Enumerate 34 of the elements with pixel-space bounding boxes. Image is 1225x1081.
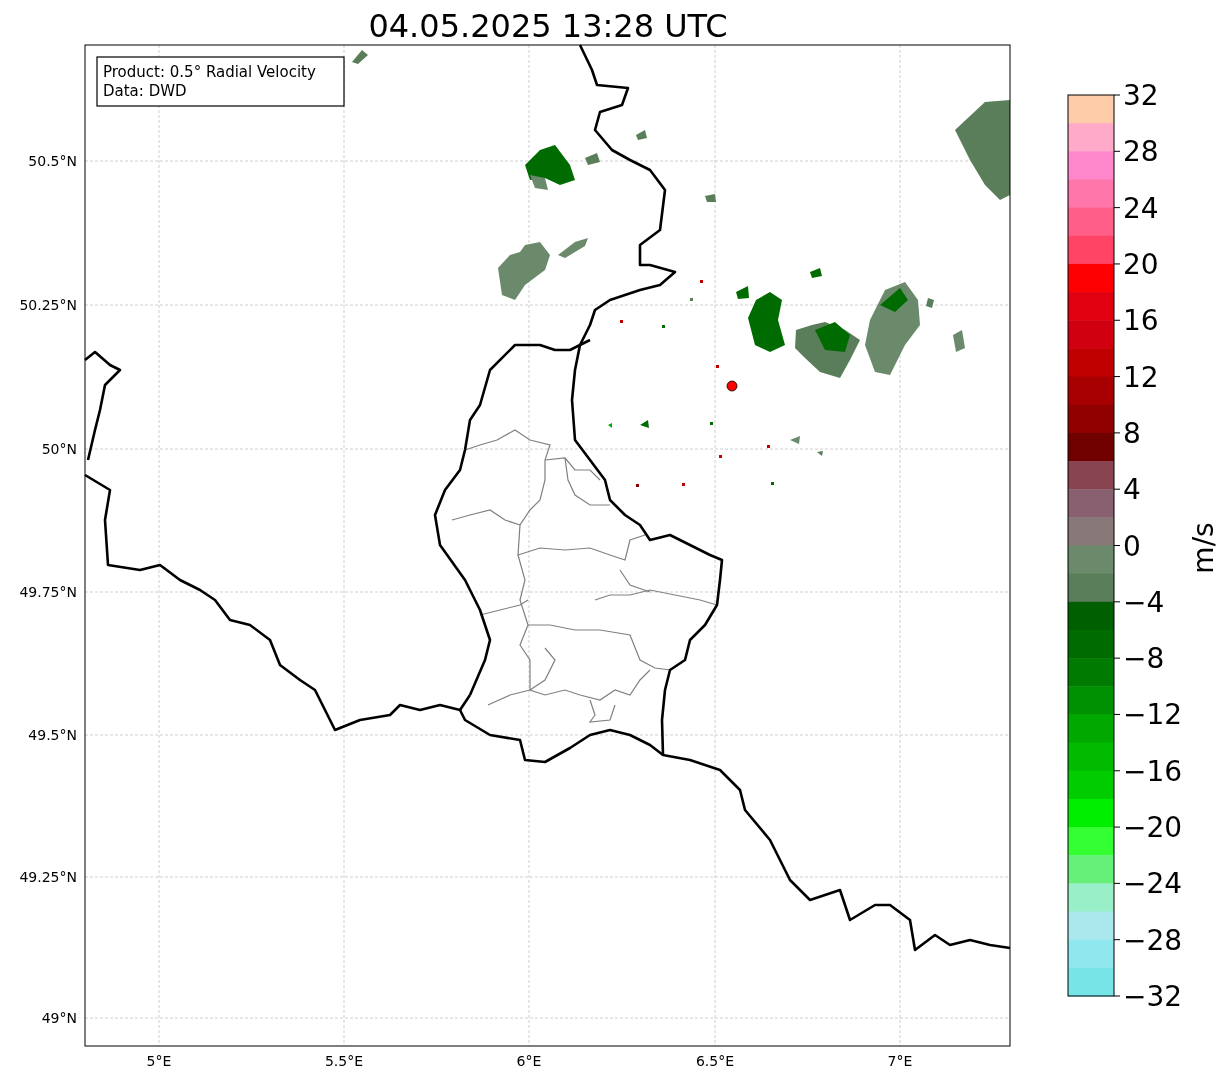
colorbar-tick-label: −20 xyxy=(1123,811,1183,845)
colorbar-tick-label: −12 xyxy=(1123,698,1183,732)
colorbar-tick-label: −24 xyxy=(1123,867,1183,901)
info-text: Data: DWD xyxy=(103,82,187,100)
colorbar-unit-label: m/s xyxy=(1187,522,1220,574)
colorbar-tick-label: −4 xyxy=(1123,585,1165,619)
colorbar-tick-label: 24 xyxy=(1123,191,1159,225)
colorbar-tick-label: 8 xyxy=(1123,416,1141,450)
latitude-label: 49.5°N xyxy=(28,727,77,743)
colorbar-tick-label: −16 xyxy=(1123,754,1183,788)
longitude-label: 7°E xyxy=(887,1053,913,1069)
latitude-label: 50.25°N xyxy=(19,297,77,313)
colorbar-tick-label: 0 xyxy=(1123,529,1141,563)
colorbar-tick-label: −28 xyxy=(1123,923,1183,957)
colorbar-tick-label: 4 xyxy=(1123,473,1141,507)
colorbar-tick-label: 28 xyxy=(1123,135,1159,169)
colorbar-tick-label: 16 xyxy=(1123,304,1159,338)
latitude-label: 50°N xyxy=(41,441,77,457)
colorbar-tick-label: −32 xyxy=(1123,980,1183,1013)
longitude-label: 6°E xyxy=(516,1053,542,1069)
colorbar-tick-label: 12 xyxy=(1123,360,1159,394)
info-text: Product: 0.5° Radial Velocity xyxy=(103,63,316,81)
latitude-label: 49.25°N xyxy=(19,869,77,885)
colorbar-tick-label: −8 xyxy=(1123,642,1165,676)
chart-title: 04.05.2025 13:28 UTC xyxy=(368,7,728,45)
longitude-label: 5°E xyxy=(146,1053,172,1069)
longitude-label: 5.5°E xyxy=(324,1053,364,1069)
latitude-label: 49°N xyxy=(41,1010,77,1026)
latitude-label: 50.5°N xyxy=(28,153,77,169)
colorbar-tick-label: 32 xyxy=(1123,79,1159,112)
longitude-label: 6.5°E xyxy=(695,1053,735,1069)
latitude-label: 49.75°N xyxy=(19,584,77,600)
radar-site-marker xyxy=(726,380,738,392)
colorbar-tick-label: 20 xyxy=(1123,247,1159,281)
